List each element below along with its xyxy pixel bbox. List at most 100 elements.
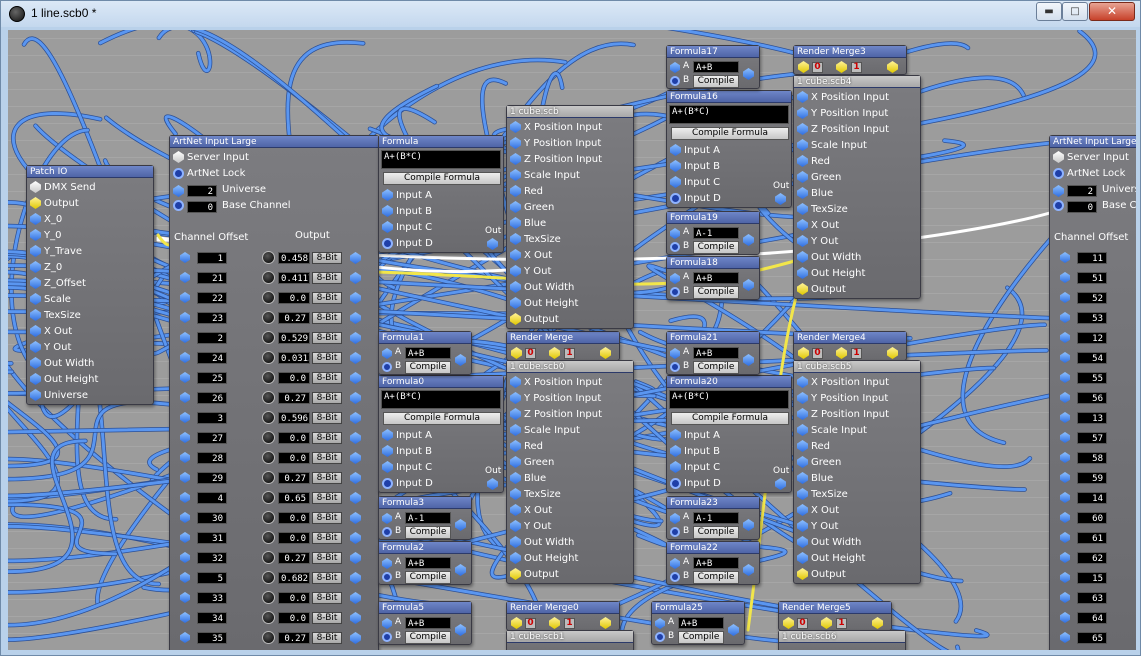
formula-expression[interactable]: A+B [405, 347, 451, 359]
formula-expression[interactable]: A+B [693, 347, 739, 359]
output-knob[interactable] [262, 311, 275, 324]
render-merge-input-1[interactable] [836, 61, 847, 73]
patch-io-port[interactable]: Out Width [30, 356, 94, 372]
cube-input-port-icon[interactable] [510, 424, 521, 436]
channel-offset-icon-right[interactable] [1060, 392, 1070, 403]
output-knob[interactable] [262, 471, 275, 484]
cube-input-port-icon[interactable] [797, 392, 808, 404]
cube-input-port[interactable]: Y Out [510, 519, 551, 535]
cube-input-port-icon[interactable] [797, 424, 808, 436]
patch-io-port-icon[interactable] [30, 373, 41, 385]
formula-expression[interactable]: A+(B*C) [669, 105, 789, 124]
render-merge-output[interactable] [600, 347, 611, 359]
formula-out-port[interactable] [743, 234, 754, 246]
formula-input-port[interactable]: Input C [670, 460, 720, 476]
cube-input-port[interactable]: X Out [797, 503, 839, 519]
cube-scb-node[interactable]: 1 cube.scb X Position Input Y Position Inp… [506, 105, 634, 329]
output-port-icon[interactable] [350, 432, 361, 444]
formula-node-title[interactable]: Formula0 [379, 376, 503, 388]
artnet-input-right-node-title[interactable]: ArtNet Input Large [1050, 136, 1136, 148]
formula-expression[interactable]: A+B [693, 272, 739, 284]
small-formula-node-title[interactable]: Formula2 [379, 542, 471, 554]
cube-input-port-icon[interactable] [510, 281, 521, 293]
cube-input-port-icon[interactable] [797, 376, 808, 388]
small-formula-node-title[interactable]: Formula23 [667, 497, 759, 509]
output-knob[interactable] [262, 571, 275, 584]
cube-input-port[interactable]: Green [797, 170, 841, 186]
cube-input-port-icon[interactable] [797, 440, 808, 452]
formula-expression[interactable]: A+B [405, 617, 451, 629]
cube-input-port-icon[interactable] [510, 552, 521, 564]
channel-offset-icon-right[interactable] [1060, 332, 1070, 343]
patch-io-port-icon[interactable] [30, 293, 41, 305]
cube-scb-node-title[interactable]: 1 cube.scb1 [507, 631, 633, 643]
formula-input-port[interactable]: Input C [670, 175, 720, 191]
channel-offset-icon[interactable] [180, 552, 190, 563]
formula-input-port-icon[interactable] [670, 160, 681, 172]
formula-expression[interactable]: A+(B*C) [669, 390, 789, 409]
channel-offset-field[interactable]: 26 [197, 392, 227, 404]
output-port-icon[interactable] [350, 312, 361, 324]
small-formula-node-title[interactable]: Formula18 [667, 257, 759, 269]
base-channel-toggle-right[interactable] [1053, 200, 1064, 211]
formula-input-port-icon[interactable] [382, 445, 393, 457]
channel-offset-field[interactable]: 34 [197, 612, 227, 624]
artnet-lock-toggle-right[interactable]: ArtNet Lock [1053, 166, 1125, 182]
render-merge-node-title[interactable]: Render Merge0 [507, 602, 619, 614]
patch-io-port[interactable]: Y Out [30, 340, 71, 356]
channel-offset-field-right[interactable]: 55 [1077, 372, 1107, 384]
bit-select[interactable]: 8-Bit [312, 552, 342, 564]
output-port-icon[interactable] [350, 332, 361, 344]
formula-b-toggle[interactable] [670, 572, 680, 582]
channel-offset-icon[interactable] [180, 412, 190, 423]
small-formula-node[interactable]: Formula19 A A-1 B Compile [666, 211, 760, 255]
channel-offset-field-right[interactable]: 60 [1077, 512, 1107, 524]
universe-field-right[interactable]: 2 [1067, 185, 1097, 197]
cube-input-port-icon[interactable] [797, 520, 808, 532]
cube-scb-node-title[interactable]: 1 cube.scb6 [779, 631, 905, 643]
cube-input-port-icon[interactable] [797, 488, 808, 500]
cube-input-port[interactable]: Out Width [797, 535, 861, 551]
channel-offset-icon-right[interactable] [1060, 372, 1070, 383]
channel-offset-field[interactable]: 4 [197, 492, 227, 504]
cube-input-port[interactable]: Blue [797, 471, 833, 487]
formula-b-toggle[interactable] [382, 362, 392, 372]
output-knob[interactable] [262, 431, 275, 444]
formula-b-toggle[interactable] [670, 527, 680, 537]
channel-offset-icon[interactable] [180, 512, 190, 523]
channel-offset-icon[interactable] [180, 452, 190, 463]
small-formula-node-title[interactable]: Formula22 [667, 542, 759, 554]
patch-io-port[interactable]: DMX Send [30, 180, 96, 196]
cube-input-port[interactable]: Out Height [797, 266, 865, 282]
small-formula-node[interactable]: Formula17 A A+B B Compile [666, 45, 760, 89]
channel-offset-field-right[interactable]: 61 [1077, 532, 1107, 544]
formula-expression[interactable]: A+B [693, 61, 739, 73]
channel-offset-field[interactable]: 27 [197, 432, 227, 444]
channel-offset-icon[interactable] [180, 472, 190, 483]
formula-input-port-icon[interactable] [382, 221, 393, 233]
cube-input-port[interactable]: X Position Input [797, 375, 889, 391]
output-port-icon[interactable] [350, 592, 361, 604]
bit-select[interactable]: 8-Bit [312, 492, 342, 504]
cube-input-port-icon[interactable] [510, 536, 521, 548]
cube-input-port-icon[interactable] [797, 552, 808, 564]
channel-offset-field[interactable]: 24 [197, 352, 227, 364]
formula-input-port-icon[interactable] [670, 477, 681, 489]
formula-node[interactable]: Formula A+(B*C) Compile Formula Input A Inpu… [378, 135, 504, 253]
bit-select[interactable]: 8-Bit [312, 452, 342, 464]
formula-input-port-icon[interactable] [382, 189, 393, 201]
formula-input-port[interactable]: Input D [382, 236, 433, 252]
cube-input-port[interactable]: Out Height [510, 551, 578, 567]
cube-input-port[interactable]: Y Out [797, 234, 838, 250]
cube-input-port[interactable]: Red [797, 439, 830, 455]
channel-offset-field-right[interactable]: 14 [1077, 492, 1107, 504]
artnet-input-node-title[interactable]: ArtNet Input Large [170, 136, 378, 148]
cube-input-port[interactable]: X Out [510, 503, 552, 519]
formula-out-port[interactable] [743, 354, 754, 366]
render-merge-input-1[interactable] [821, 617, 832, 629]
output-knob[interactable] [262, 531, 275, 544]
cube-input-port-icon[interactable] [510, 376, 521, 388]
universe-field[interactable]: 2 [187, 185, 217, 197]
channel-offset-field-right[interactable]: 12 [1077, 332, 1107, 344]
patch-io-port-icon[interactable] [30, 309, 41, 321]
